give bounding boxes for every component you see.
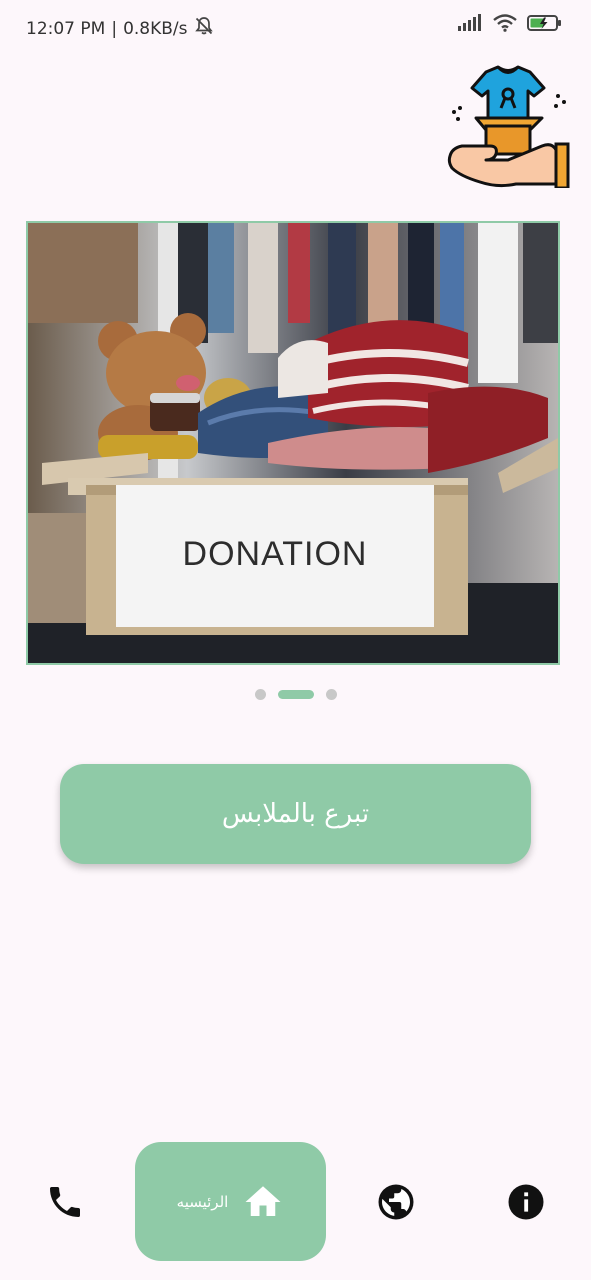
nav-home-label: الرئيسيه [176,1192,229,1211]
status-separator: | [111,18,118,39]
status-bar: 12:07 PM | 0.8KB/s [0,0,591,56]
signal-icon [457,14,483,36]
nav-phone[interactable] [40,1180,90,1224]
network-speed: 0.8KB/s [123,18,188,39]
app-logo [446,64,570,190]
carousel-dot-active[interactable] [277,689,314,699]
nav-home[interactable]: الرئيسيه [135,1142,326,1261]
image-carousel[interactable]: DONATION [26,221,560,665]
donation-box-image: DONATION [28,223,558,663]
home-icon [245,1185,281,1216]
nav-globe[interactable] [372,1180,420,1224]
donate-clothes-button[interactable]: تبرع بالملابس [60,764,531,864]
info-icon [508,1184,544,1220]
globe-icon [378,1184,414,1220]
status-left: 12:07 PM | 0.8KB/s [26,16,214,41]
donation-label: DONATION [183,535,368,573]
carousel-indicator [0,688,591,700]
status-time: 12:07 PM [26,18,106,39]
status-right [457,14,563,36]
bottom-navigation: الرئيسيه [0,1140,591,1264]
wifi-icon [493,14,517,36]
carousel-dot[interactable] [254,688,266,700]
clothes-donation-hand-icon [447,65,570,190]
mute-bell-icon [194,16,214,41]
carousel-dot[interactable] [325,688,337,700]
battery-charging-icon [527,14,563,36]
phone-icon [50,1187,80,1217]
donate-clothes-label: تبرع بالملابس [221,799,370,829]
nav-info[interactable] [502,1180,550,1224]
